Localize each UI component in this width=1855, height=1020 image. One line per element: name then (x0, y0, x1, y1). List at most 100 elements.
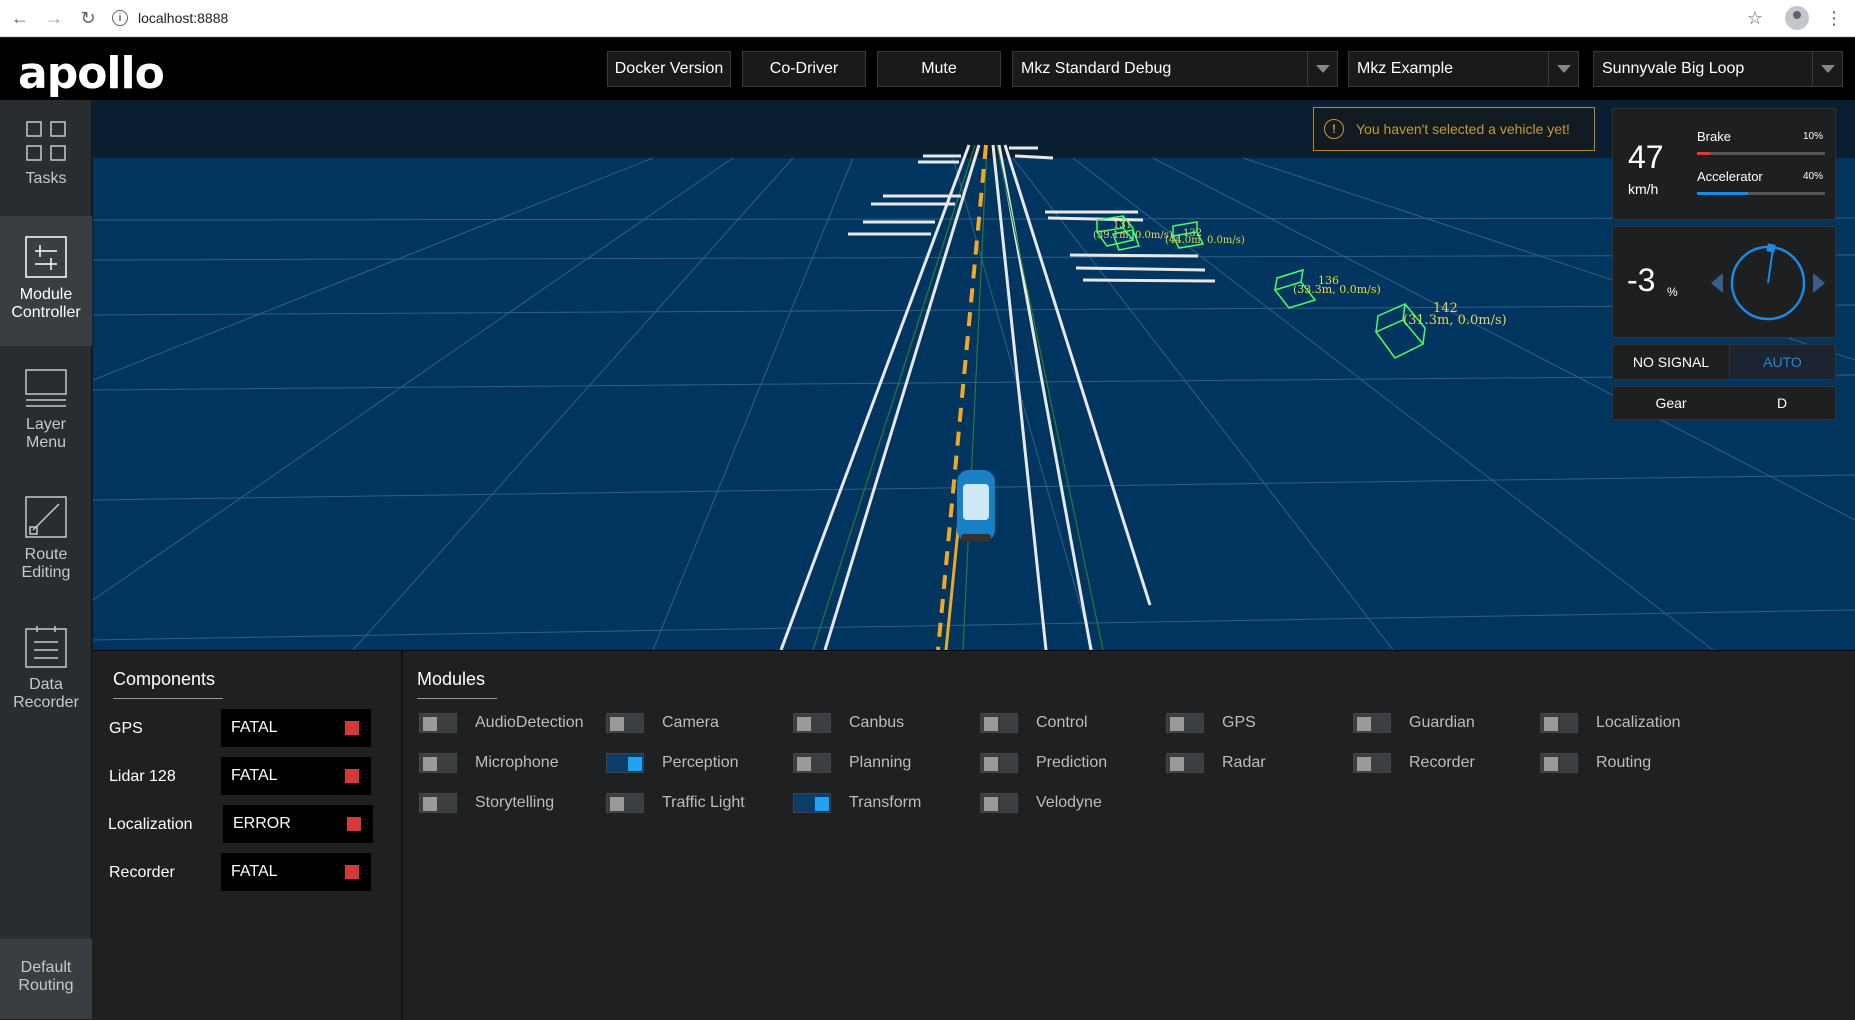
module-label: AudioDetection (475, 714, 584, 731)
module-item-audiodetection[interactable]: AudioDetection (419, 711, 584, 735)
stop-lines (848, 146, 1216, 283)
module-item-storytelling[interactable]: Storytelling (419, 791, 554, 815)
vehicle-select[interactable]: Mkz Example (1348, 51, 1579, 87)
toggle-knob (1357, 717, 1371, 731)
obstacle-info-label: (31.3m, 0.0m/s) (1403, 313, 1507, 328)
gear-value: D (1776, 395, 1788, 411)
profile-avatar-icon[interactable] (1785, 6, 1809, 30)
sidebar-item-tasks[interactable]: Tasks (0, 100, 92, 228)
mode-select[interactable]: Mkz Standard Debug (1012, 51, 1338, 87)
module-toggle[interactable] (419, 793, 457, 813)
chevron-down-icon[interactable] (1548, 52, 1578, 86)
module-item-velodyne[interactable]: Velodyne (980, 791, 1102, 815)
lane-lines (779, 144, 1152, 650)
steering-panel: -3 % (1612, 226, 1836, 338)
reload-icon[interactable]: ↻ (74, 4, 102, 32)
docker-version-button[interactable]: Docker Version (607, 51, 731, 87)
address-bar[interactable]: i localhost:8888 (112, 3, 1747, 33)
apollo-logo: apollo (18, 48, 165, 99)
module-item-camera[interactable]: Camera (606, 711, 719, 735)
module-toggle[interactable] (793, 713, 831, 733)
chevron-down-icon[interactable] (1812, 52, 1842, 86)
module-item-radar[interactable]: Radar (1166, 751, 1266, 775)
module-label: Perception (662, 754, 739, 771)
toggle-knob (815, 797, 829, 811)
module-item-traffic-light[interactable]: Traffic Light (606, 791, 745, 815)
module-label: Storytelling (475, 794, 555, 811)
steering-wheel-icon (1711, 243, 1825, 321)
component-status: FATAL (221, 757, 371, 795)
toggle-knob (1170, 757, 1184, 771)
module-item-perception[interactable]: Perception (606, 751, 739, 775)
sidebar-item-data-recorder[interactable]: Data Recorder (0, 606, 92, 734)
module-toggle[interactable] (419, 713, 457, 733)
module-item-gps[interactable]: GPS (1166, 711, 1256, 735)
mute-button[interactable]: Mute (877, 51, 1001, 87)
browser-menu-icon[interactable]: ⋮ (1825, 8, 1843, 29)
module-toggle[interactable] (419, 753, 457, 773)
module-label: Transform (849, 794, 922, 811)
gear-panel: Gear D (1612, 386, 1836, 420)
module-toggle[interactable] (980, 793, 1018, 813)
chevron-down-icon[interactable] (1307, 52, 1337, 86)
module-toggle[interactable] (793, 753, 831, 773)
sidebar-item-module-controller[interactable]: Module Controller (0, 216, 92, 346)
toggle-knob (1357, 757, 1371, 771)
module-toggle[interactable] (1540, 713, 1578, 733)
sidebar-item-label: Recorder (13, 694, 79, 711)
module-toggle[interactable] (793, 793, 831, 813)
site-info-icon[interactable]: i (112, 10, 128, 26)
module-toggle[interactable] (1353, 753, 1391, 773)
components-panel: Components GPS FATAL Lidar 128 FATAL Loc… (93, 651, 403, 1020)
steering-value: -3 (1627, 262, 1656, 298)
module-toggle[interactable] (980, 753, 1018, 773)
module-item-planning[interactable]: Planning (793, 751, 911, 775)
module-toggle[interactable] (606, 793, 644, 813)
component-row-gps: GPS FATAL (93, 709, 393, 749)
back-icon[interactable]: ← (6, 4, 34, 32)
module-item-control[interactable]: Control (980, 711, 1088, 735)
component-name: GPS (109, 720, 143, 737)
app-header: apollo Docker Version Co-Driver Mute Mkz… (0, 38, 1855, 100)
forward-icon[interactable]: → (40, 4, 68, 32)
toggle-knob (984, 797, 998, 811)
module-toggle[interactable] (1353, 713, 1391, 733)
signal-panel: NO SIGNAL AUTO (1612, 344, 1836, 380)
obstacle-info-label: (39.1m, 0.0m/s) (1093, 230, 1173, 241)
sidebar-item-layer-menu[interactable]: Layer Menu (0, 346, 92, 474)
default-routing-label: Default (20, 959, 72, 976)
status-indicator (347, 817, 361, 831)
modules-title: Modules (417, 669, 497, 699)
module-label: Routing (1596, 754, 1652, 771)
module-item-routing[interactable]: Routing (1540, 751, 1651, 775)
sidebar-item-route-editing[interactable]: Route Editing (0, 476, 92, 604)
side-navigation: Tasks Module Controller Layer Menu Route… (0, 100, 92, 1019)
module-toggle[interactable] (1166, 713, 1204, 733)
module-item-guardian[interactable]: Guardian (1353, 711, 1475, 735)
map-select[interactable]: Sunnyvale Big Loop (1593, 51, 1843, 87)
default-routing-button[interactable]: Default Routing (0, 939, 92, 1019)
module-toggle[interactable] (606, 753, 644, 773)
module-item-microphone[interactable]: Microphone (419, 751, 559, 775)
steering-unit: % (1667, 285, 1678, 299)
module-toggle[interactable] (1540, 753, 1578, 773)
obstacle-info-label: (44.0m, 0.0m/s) (1165, 235, 1245, 246)
module-toggle[interactable] (606, 713, 644, 733)
module-item-canbus[interactable]: Canbus (793, 711, 904, 735)
module-toggle[interactable] (980, 713, 1018, 733)
component-status-text: FATAL (231, 767, 278, 784)
module-item-recorder[interactable]: Recorder (1353, 751, 1475, 775)
vehicle-warning-banner: ! You haven't selected a vehicle yet! (1313, 107, 1595, 151)
module-item-prediction[interactable]: Prediction (980, 751, 1107, 775)
component-row-localization: Localization ERROR (93, 805, 393, 845)
bookmark-star-icon[interactable]: ☆ (1747, 8, 1763, 29)
scene-3d-view[interactable]: 131 (39.1m, 0.0m/s) 132 (44.0m, 0.0m/s) … (93, 100, 1855, 650)
tasks-grid-icon (25, 120, 67, 162)
module-item-transform[interactable]: Transform (793, 791, 921, 815)
co-driver-button[interactable]: Co-Driver (742, 51, 866, 87)
speed-unit: km/h (1628, 181, 1659, 197)
modules-panel: Modules AudioDetection Camera Canbus Contro… (405, 651, 1855, 1020)
module-label: Velodyne (1036, 794, 1102, 811)
module-toggle[interactable] (1166, 753, 1204, 773)
module-item-localization[interactable]: Localization (1540, 711, 1681, 735)
